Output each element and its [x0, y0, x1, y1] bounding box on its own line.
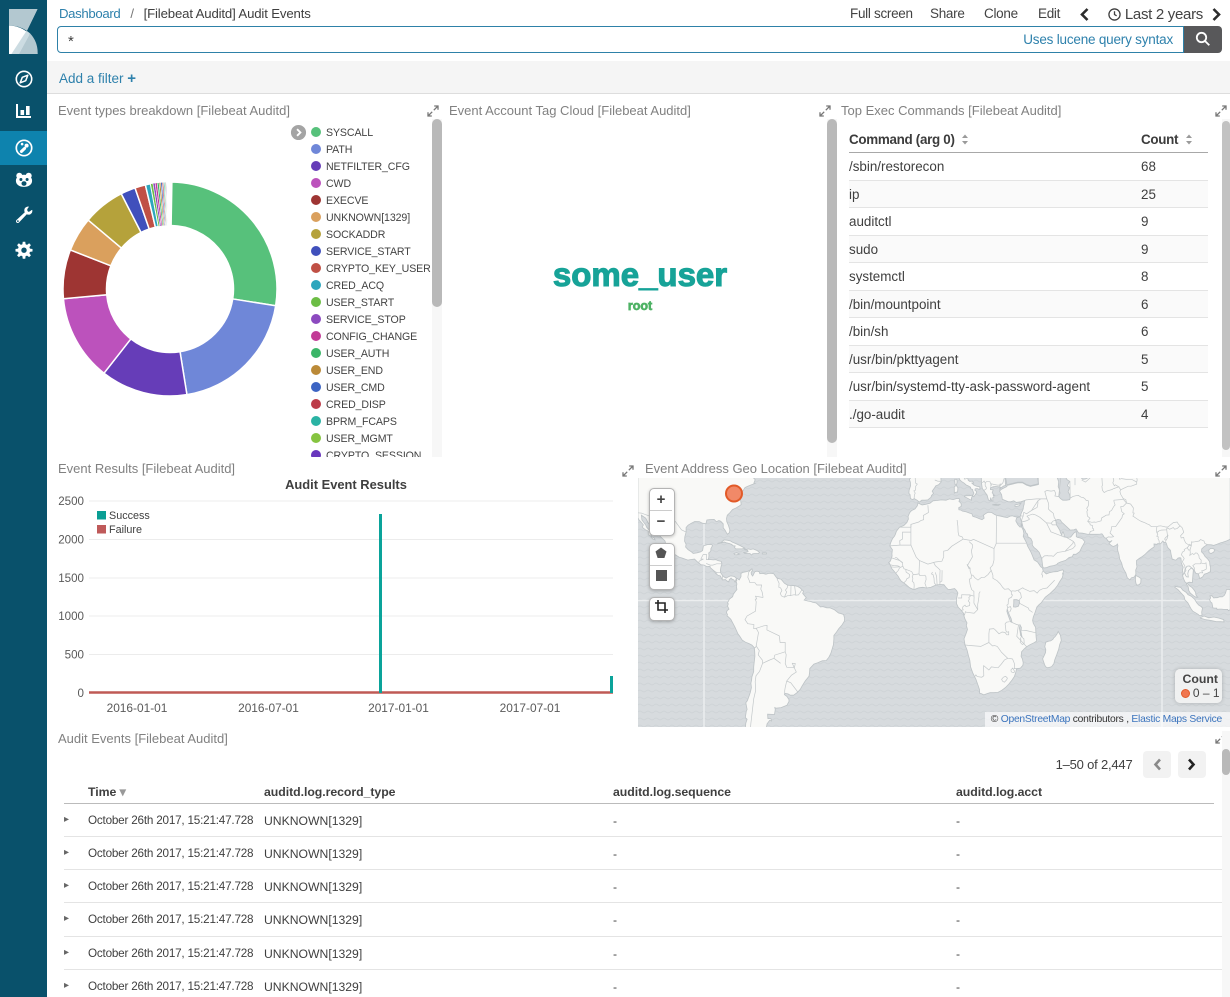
svg-text:2017-01-01: 2017-01-01 [368, 701, 429, 715]
svg-text:1000: 1000 [58, 610, 84, 623]
svg-text:500: 500 [65, 649, 84, 662]
svg-text:Success: Success [109, 510, 150, 522]
svg-text:2016-01-01: 2016-01-01 [107, 701, 168, 715]
svg-text:1500: 1500 [58, 572, 84, 585]
svg-text:2016-07-01: 2016-07-01 [238, 701, 299, 715]
svg-text:2017-07-01: 2017-07-01 [500, 701, 561, 715]
svg-text:Failure: Failure [109, 524, 142, 536]
svg-text:Audit Event Results: Audit Event Results [285, 477, 407, 492]
svg-text:2000: 2000 [58, 534, 84, 547]
svg-text:0: 0 [78, 687, 84, 700]
svg-text:2500: 2500 [58, 495, 84, 508]
